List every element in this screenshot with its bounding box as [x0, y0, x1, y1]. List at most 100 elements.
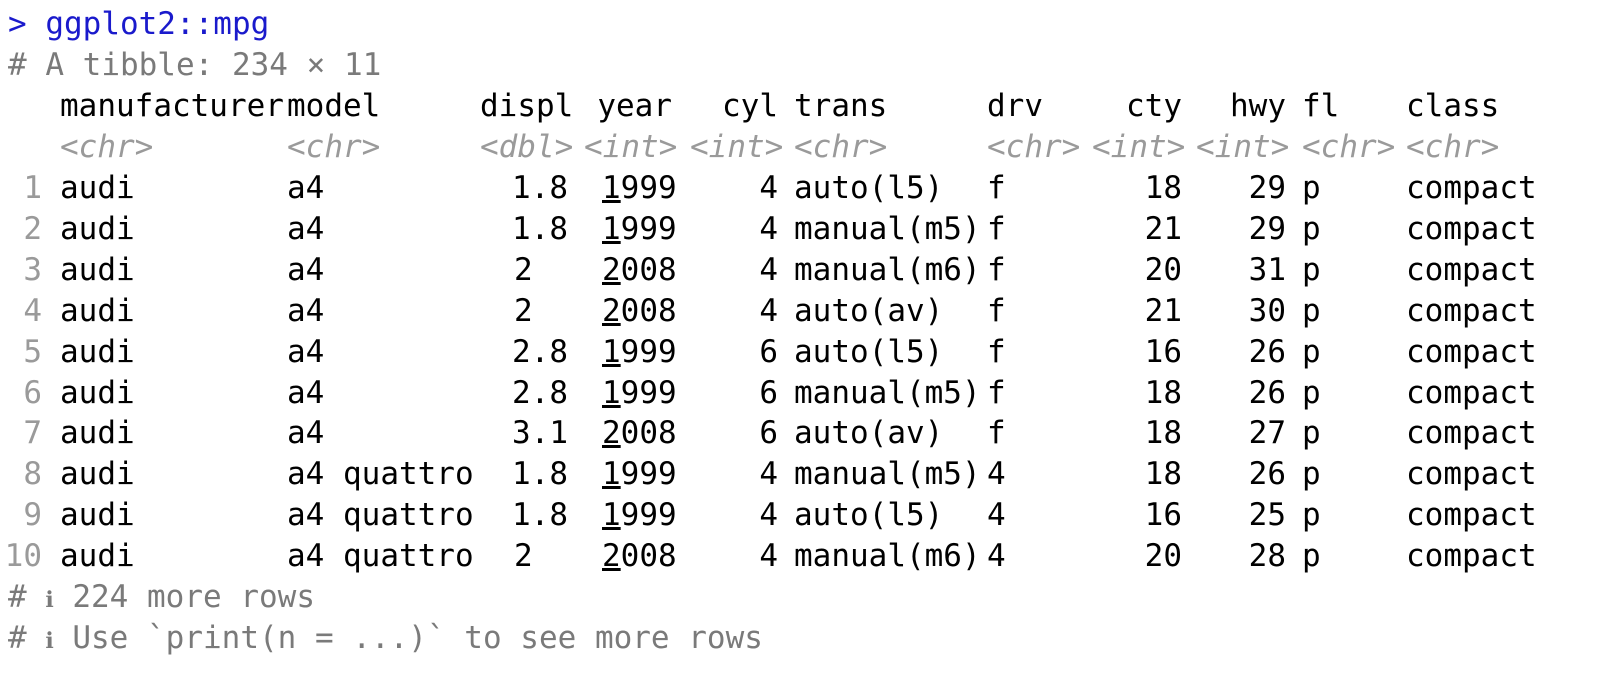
footer-more-rows: 224 more rows [72, 579, 315, 615]
cell-hwy: 27 [1248, 415, 1286, 451]
command-line[interactable]: > ggplot2::mpg [8, 4, 269, 44]
column-type-displ: <dbl> [480, 129, 574, 165]
cell-cty: 18 [1144, 456, 1182, 492]
cell-fl: p [1302, 293, 1321, 329]
cell-trans: auto(av) [794, 293, 944, 329]
cell-year: 1999 [602, 170, 677, 206]
cell-model: a4 [287, 170, 325, 206]
cell-year: 2008 [602, 538, 677, 574]
column-header-class: class [1406, 88, 1500, 124]
cell-displ: 1.8 [512, 456, 568, 492]
cell-drv: f [987, 375, 1006, 411]
cell-cyl: 6 [759, 375, 778, 411]
cell-manufacturer: audi [60, 211, 135, 247]
cell-drv: 4 [987, 538, 1006, 574]
footer-print-hint: Use `print(n = ...)` to see more rows [72, 620, 763, 656]
cell-cyl: 4 [759, 497, 778, 533]
cell-trans: manual(m6) [794, 252, 981, 288]
cell-trans: manual(m5) [794, 211, 981, 247]
row-number: 6 [23, 375, 42, 411]
cell-manufacturer: audi [60, 415, 135, 451]
cell-year: 1999 [602, 497, 677, 533]
row-number: 8 [23, 456, 42, 492]
cell-fl: p [1302, 456, 1321, 492]
cell-displ: 1.8 [512, 170, 568, 206]
cell-fl: p [1302, 497, 1321, 533]
cell-cyl: 4 [759, 170, 778, 206]
cell-drv: f [987, 252, 1006, 288]
cell-model: a4 [287, 252, 325, 288]
cell-fl: p [1302, 334, 1321, 370]
footer-print-hint-line: # ℹ Use `print(n = ...)` to see more row… [8, 618, 763, 658]
cell-year: 2008 [602, 415, 677, 451]
column-type-year: <int> [584, 129, 678, 165]
cell-cyl: 6 [759, 334, 778, 370]
row-number: 1 [23, 170, 42, 206]
cell-hwy: 29 [1248, 211, 1286, 247]
cell-class: compact [1406, 170, 1537, 206]
cell-cyl: 4 [759, 538, 778, 574]
cell-class: compact [1406, 252, 1537, 288]
column-header-trans: trans [794, 88, 888, 124]
cell-hwy: 26 [1248, 456, 1286, 492]
cell-drv: f [987, 293, 1006, 329]
cell-year: 1999 [602, 211, 677, 247]
cell-cty: 18 [1144, 415, 1182, 451]
cell-trans: auto(av) [794, 415, 944, 451]
cell-cty: 21 [1144, 293, 1182, 329]
cell-drv: 4 [987, 456, 1006, 492]
cell-trans: manual(m5) [794, 375, 981, 411]
cell-fl: p [1302, 415, 1321, 451]
cell-cyl: 6 [759, 415, 778, 451]
cell-cty: 20 [1144, 538, 1182, 574]
cell-trans: manual(m5) [794, 456, 981, 492]
column-type-class: <chr> [1406, 129, 1500, 165]
cell-class: compact [1406, 334, 1537, 370]
cell-year: 2008 [602, 252, 677, 288]
info-icon: ℹ [45, 629, 54, 654]
column-header-hwy: hwy [1230, 88, 1286, 124]
cell-class: compact [1406, 415, 1537, 451]
cell-fl: p [1302, 170, 1321, 206]
row-number: 7 [23, 415, 42, 451]
cell-fl: p [1302, 252, 1321, 288]
cell-displ: 1.8 [512, 211, 568, 247]
cell-displ: 3.1 [512, 415, 568, 451]
column-header-model: model [287, 88, 381, 124]
cell-manufacturer: audi [60, 334, 135, 370]
cell-cty: 16 [1144, 497, 1182, 533]
row-number: 10 [4, 538, 42, 574]
cell-fl: p [1302, 375, 1321, 411]
cell-manufacturer: audi [60, 170, 135, 206]
cell-cyl: 4 [759, 211, 778, 247]
cell-displ: 2.8 [512, 375, 568, 411]
cell-cyl: 4 [759, 456, 778, 492]
cell-cyl: 4 [759, 293, 778, 329]
comment-prefix: # [8, 620, 46, 656]
cell-year: 1999 [602, 375, 677, 411]
column-header-cyl: cyl [722, 88, 778, 124]
column-type-trans: <chr> [794, 129, 888, 165]
cell-class: compact [1406, 375, 1537, 411]
cell-hwy: 29 [1248, 170, 1286, 206]
cell-displ: 2.8 [512, 334, 568, 370]
r-console-output: > ggplot2::mpg # A tibble: 234 × 11 manu… [0, 0, 1614, 680]
cell-model: a4 quattro [287, 538, 474, 574]
column-header-drv: drv [987, 88, 1043, 124]
column-type-cty: <int> [1092, 129, 1186, 165]
column-header-cty: cty [1126, 88, 1182, 124]
cell-cty: 21 [1144, 211, 1182, 247]
cell-drv: f [987, 211, 1006, 247]
column-header-displ: displ [480, 88, 574, 124]
cell-manufacturer: audi [60, 375, 135, 411]
cell-displ: 2 [514, 538, 533, 574]
cell-manufacturer: audi [60, 293, 135, 329]
row-number: 2 [23, 211, 42, 247]
row-number: 9 [23, 497, 42, 533]
cell-cty: 18 [1144, 170, 1182, 206]
cell-model: a4 [287, 334, 325, 370]
column-header-manufacturer: manufacturer [60, 88, 284, 124]
tibble-header: # A tibble: 234 × 11 [8, 47, 382, 83]
cell-trans: manual(m6) [794, 538, 981, 574]
cell-model: a4 quattro [287, 497, 474, 533]
